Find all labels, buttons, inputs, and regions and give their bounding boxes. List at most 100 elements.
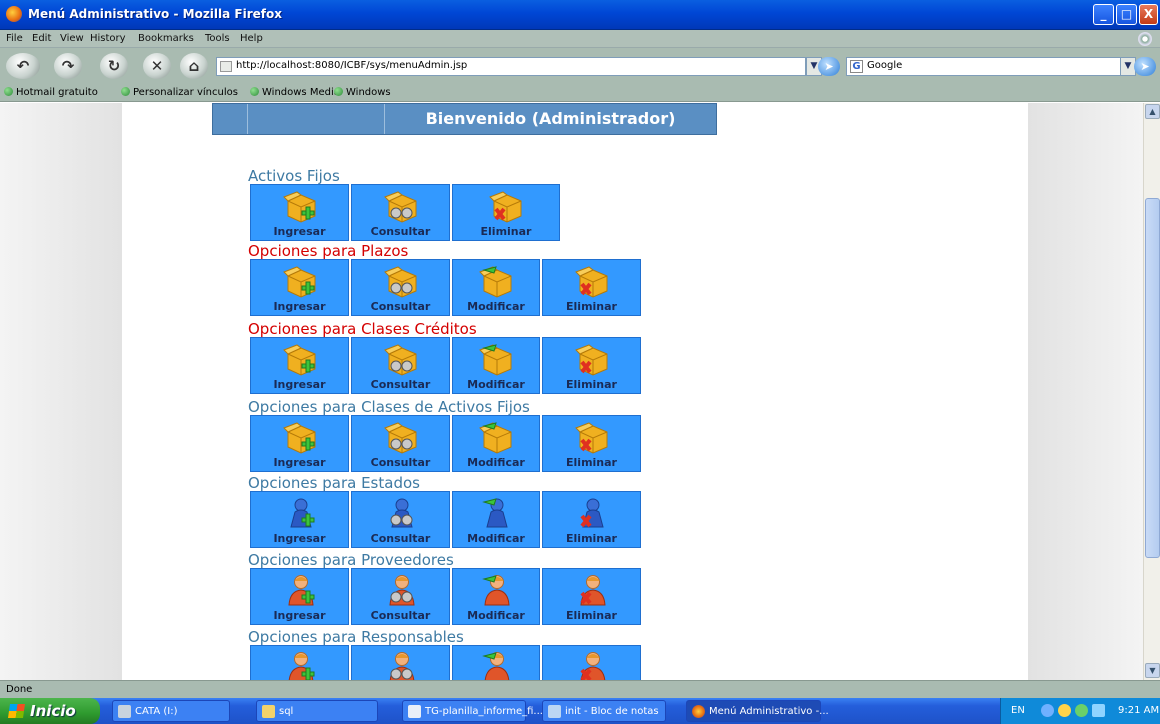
consultar-button[interactable]: Consultar — [351, 415, 450, 472]
scroll-down-icon[interactable]: ▼ — [1145, 663, 1160, 678]
box-modificar-icon — [478, 342, 516, 378]
url-bar[interactable]: http://localhost:8080/ICBF/sys/menuAdmin… — [216, 57, 806, 76]
menu-file[interactable]: File — [6, 33, 23, 44]
bookmark-item[interactable]: Personalizar vínculos — [121, 87, 238, 98]
modificar-button[interactable]: Modificar — [452, 568, 540, 625]
menu-bar: File Edit View History Bookmarks Tools H… — [0, 30, 1160, 48]
modificar-button[interactable]: Modificar — [452, 491, 540, 548]
ingresar-button[interactable]: Ingresar — [250, 259, 349, 316]
eliminar-button[interactable]: Eliminar — [542, 645, 641, 680]
home-icon[interactable]: ⌂ — [180, 53, 208, 79]
status-bar: Done — [0, 680, 1160, 698]
taskbar-item[interactable]: sql — [256, 700, 378, 722]
clock: 9:21 AM — [1118, 705, 1160, 716]
eliminar-button[interactable]: Eliminar — [542, 259, 641, 316]
bookmark-item[interactable]: Windows Media — [250, 87, 340, 98]
consultar-button[interactable]: Consultar — [351, 184, 450, 241]
throbber-icon — [1138, 32, 1152, 46]
button-label: Eliminar — [566, 532, 617, 545]
menu-edit[interactable]: Edit — [32, 33, 51, 44]
page-margin-right — [1028, 103, 1143, 680]
page-favicon-icon — [220, 61, 232, 72]
bookmark-item[interactable]: Hotmail gratuito — [4, 87, 98, 98]
modificar-button[interactable]: Modificar — [452, 259, 540, 316]
reload-icon[interactable]: ↻ — [100, 53, 128, 79]
user-consultar-icon — [383, 650, 421, 680]
security-icon[interactable] — [1075, 704, 1088, 717]
go-button[interactable]: ➤ — [818, 57, 840, 76]
minimize-button[interactable]: _ — [1093, 4, 1114, 25]
button-label: Consultar — [370, 225, 431, 238]
document-icon — [408, 705, 421, 718]
ingresar-button[interactable]: Ingresar — [250, 337, 349, 394]
eliminar-button[interactable]: Eliminar — [542, 337, 641, 394]
modificar-button[interactable]: Modificar — [452, 645, 540, 680]
ingresar-button[interactable]: Ingresar — [250, 645, 349, 680]
pawn-modificar-icon — [478, 496, 516, 532]
modificar-button[interactable]: Modificar — [452, 337, 540, 394]
taskbar-item-label: TG-planilla_informe_fi... — [425, 706, 543, 717]
maximize-button[interactable]: □ — [1116, 4, 1137, 25]
box-eliminar-icon — [574, 264, 612, 300]
eliminar-button[interactable]: Eliminar — [452, 184, 560, 241]
ingresar-button[interactable]: Ingresar — [250, 415, 349, 472]
network-icon[interactable] — [1041, 704, 1054, 717]
user-consultar-icon — [383, 573, 421, 609]
eliminar-button[interactable]: Eliminar — [542, 568, 641, 625]
vertical-scrollbar[interactable]: ▲ ▼ — [1143, 103, 1160, 680]
modificar-button[interactable]: Modificar — [452, 415, 540, 472]
scroll-thumb[interactable] — [1145, 198, 1160, 558]
forward-icon[interactable]: ↷ — [54, 53, 82, 79]
menu-tools[interactable]: Tools — [205, 33, 230, 44]
button-label: Modificar — [467, 456, 525, 469]
ingresar-button[interactable]: Ingresar — [250, 491, 349, 548]
box-ingresar-icon — [282, 342, 320, 378]
user-ingresar-icon — [282, 650, 320, 680]
firefox-icon — [6, 6, 22, 22]
ingresar-button[interactable]: Ingresar — [250, 568, 349, 625]
stop-icon[interactable]: ✕ — [143, 53, 171, 79]
section-title: Opciones para Plazos — [248, 242, 409, 260]
taskbar-item-active[interactable]: Menú Administrativo -... — [686, 700, 829, 722]
back-icon[interactable]: ↶ — [6, 53, 40, 79]
eliminar-button[interactable]: Eliminar — [542, 491, 641, 548]
bookmark-item[interactable]: Windows — [334, 87, 391, 98]
monitor-icon[interactable] — [1092, 704, 1105, 717]
taskbar: Inicio CATA (I:) sql TG-planilla_informe… — [0, 698, 1160, 724]
menu-history[interactable]: History — [90, 33, 126, 44]
section-title: Opciones para Clases de Activos Fijos — [248, 398, 530, 416]
section-title: Opciones para Clases Créditos — [248, 320, 477, 338]
box-modificar-icon — [478, 420, 516, 456]
header-cell — [248, 104, 385, 134]
consultar-button[interactable]: Consultar — [351, 259, 450, 316]
consultar-button[interactable]: Consultar — [351, 645, 450, 680]
consultar-button[interactable]: Consultar — [351, 337, 450, 394]
taskbar-item-label: Menú Administrativo -... — [709, 706, 829, 717]
taskbar-item[interactable]: CATA (I:) — [112, 700, 230, 722]
menu-help[interactable]: Help — [240, 33, 263, 44]
taskbar-item[interactable]: TG-planilla_informe_fi... — [402, 700, 543, 722]
menu-bookmarks[interactable]: Bookmarks — [138, 33, 194, 44]
section-title: Opciones para Proveedores — [248, 551, 454, 569]
box-eliminar-icon — [574, 342, 612, 378]
tray-app-icon[interactable] — [1058, 704, 1071, 717]
language-indicator[interactable]: EN — [1011, 705, 1025, 716]
search-input[interactable]: G Google — [846, 57, 1124, 76]
consultar-button[interactable]: Consultar — [351, 491, 450, 548]
bookmarks-toolbar: Hotmail gratuito Personalizar vínculos W… — [0, 84, 1160, 102]
consultar-button[interactable]: Consultar — [351, 568, 450, 625]
eliminar-button[interactable]: Eliminar — [542, 415, 641, 472]
button-label: Modificar — [467, 609, 525, 622]
bookmark-label: Windows Media — [262, 87, 340, 98]
taskbar-item-label: init - Bloc de notas — [565, 706, 659, 717]
start-button[interactable]: Inicio — [0, 698, 100, 724]
search-go-button[interactable]: ➤ — [1134, 57, 1156, 76]
close-button[interactable]: X — [1139, 4, 1158, 25]
user-modificar-icon — [478, 650, 516, 680]
ingresar-button[interactable]: Ingresar — [250, 184, 349, 241]
scroll-up-icon[interactable]: ▲ — [1145, 104, 1160, 119]
menu-view[interactable]: View — [60, 33, 84, 44]
taskbar-item[interactable]: init - Bloc de notas — [542, 700, 666, 722]
section-title: Opciones para Estados — [248, 474, 420, 492]
button-label: Modificar — [467, 378, 525, 391]
